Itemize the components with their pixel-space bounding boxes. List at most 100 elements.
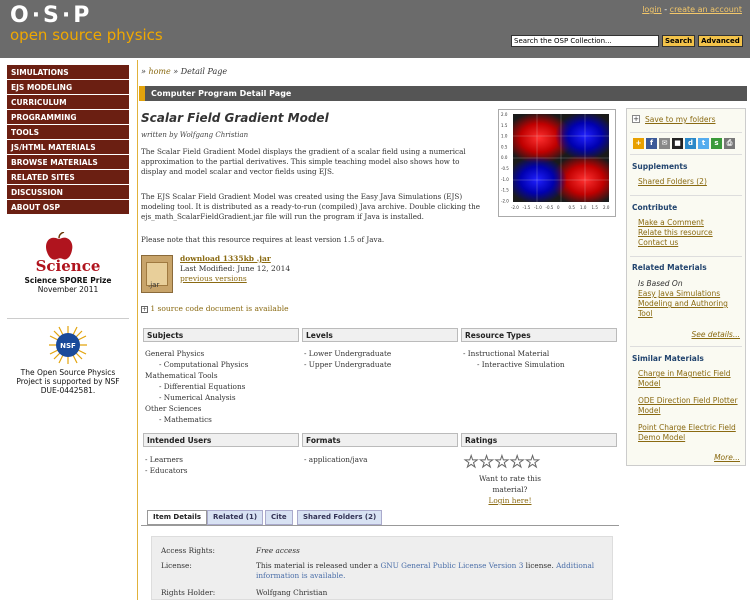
x-tick-label: 0.5 <box>569 205 576 210</box>
source-code-link[interactable]: 1 source code document is available <box>150 304 288 313</box>
expand-plus-icon[interactable]: + <box>141 306 148 313</box>
more-similar-link[interactable]: More... <box>700 453 740 463</box>
similar-materials-heading: Similar Materials <box>632 354 704 363</box>
login-link[interactable]: login <box>642 5 662 14</box>
print-icon[interactable]: ⎙ <box>724 138 735 149</box>
star-icon[interactable]: ★ <box>479 453 494 470</box>
share-plus-icon[interactable]: + <box>633 138 644 149</box>
divider <box>630 346 742 347</box>
nav-ejs-modeling[interactable]: EJS MODELING <box>7 80 129 95</box>
subject-item[interactable]: - Computational Physics <box>145 359 248 370</box>
facebook-icon[interactable]: f <box>646 138 657 149</box>
y-tick-label: -1.0 <box>501 177 509 182</box>
email-icon[interactable]: ✉ <box>659 138 670 149</box>
science-logo-text: Science <box>35 257 101 275</box>
rating-stars[interactable]: ★ ★ ★ ★ ★ <box>463 453 540 470</box>
subject-item[interactable]: - Numerical Analysis <box>145 392 248 403</box>
award-title: Science SPORE Prize <box>24 276 112 285</box>
award-date: November 2011 <box>37 285 99 294</box>
breadcrumb-home[interactable]: home <box>148 67 170 76</box>
subject-item[interactable]: Mathematical Tools <box>145 370 248 381</box>
account-links: login - create an account <box>642 5 742 14</box>
nsf-support[interactable]: NSF The Open Source Physics Project is s… <box>7 326 129 395</box>
science-award[interactable]: Science Science SPORE Prize November 201… <box>7 232 129 294</box>
type-item[interactable]: - Instructional Material <box>463 348 565 359</box>
delicious-icon[interactable]: ■ <box>672 138 683 149</box>
divider <box>630 154 742 155</box>
subject-item[interactable]: Other Sciences <box>145 403 248 414</box>
search-input[interactable] <box>511 35 659 47</box>
y-tick-label: 2.0 <box>501 112 508 117</box>
tab-item-details[interactable]: Item Details <box>147 510 208 525</box>
nav-about-osp[interactable]: ABOUT OSP <box>7 200 129 215</box>
source-code-row[interactable]: + 1 source code document is available <box>141 304 289 313</box>
subject-item[interactable]: - Mathematics <box>145 414 248 425</box>
subject-item[interactable]: - Differential Equations <box>145 381 248 392</box>
twitter-icon[interactable]: t <box>698 138 709 149</box>
ejs-link[interactable]: Easy Java Simulations Modeling and Autho… <box>638 289 744 319</box>
previous-versions-link[interactable]: previous versions <box>180 274 247 283</box>
see-details-link[interactable]: See details... <box>684 330 740 340</box>
formats-header: Formats <box>302 433 458 447</box>
column-divider <box>137 60 138 600</box>
make-comment-link[interactable]: Make a Comment <box>638 218 744 228</box>
osp-logo[interactable]: O·S·P open source physics <box>10 4 163 44</box>
star-icon[interactable]: ★ <box>525 453 540 470</box>
nav-curriculum[interactable]: CURRICULUM <box>7 95 129 110</box>
level-item[interactable]: - Upper Undergraduate <box>304 359 391 370</box>
star-icon[interactable]: ★ <box>494 453 509 470</box>
star-icon[interactable]: ★ <box>510 453 525 470</box>
type-item[interactable]: - Interactive Simulation <box>463 359 565 370</box>
breadcrumb-current: » Detail Page <box>170 67 228 76</box>
save-to-folders-link[interactable]: Save to my folders <box>645 115 750 125</box>
nsf-text-1: The Open Source Physics <box>20 368 116 377</box>
plus-icon[interactable]: + <box>632 115 640 123</box>
y-tick-label: -1.5 <box>501 188 509 193</box>
stumbleupon-icon[interactable]: s <box>711 138 722 149</box>
tab-cite[interactable]: Cite <box>265 510 293 525</box>
left-navigation: SIMULATIONS EJS MODELING CURRICULUM PROG… <box>7 65 129 215</box>
search-button[interactable]: Search <box>662 35 696 47</box>
tab-underline <box>141 525 619 526</box>
nav-browse-materials[interactable]: BROWSE MATERIALS <box>7 155 129 170</box>
tab-shared-folders[interactable]: Shared Folders (2) <box>297 510 383 525</box>
similar-ode-direction-link[interactable]: ODE Direction Field Plotter Model <box>638 396 744 416</box>
advanced-search-button[interactable]: Advanced <box>698 35 743 47</box>
nav-js-html-materials[interactable]: JS/HTML MATERIALS <box>7 140 129 155</box>
simulation-screenshot[interactable]: 2.0 1.5 1.0 0.5 0.0 -0.5 -1.0 -1.5 -2.0 -2.0 -1.5… <box>498 109 616 217</box>
divider <box>630 195 742 196</box>
intended-users-header: Intended Users <box>143 433 299 447</box>
contribute-heading: Contribute <box>632 203 678 212</box>
contact-us-link[interactable]: Contact us <box>638 238 744 248</box>
nav-discussion[interactable]: DISCUSSION <box>7 185 129 200</box>
logo-subtitle: open source physics <box>10 26 163 44</box>
license-label: License: <box>161 561 192 570</box>
nav-simulations[interactable]: SIMULATIONS <box>7 65 129 80</box>
resource-types-header: Resource Types <box>461 328 617 342</box>
relate-resource-link[interactable]: Relate this resource <box>638 228 744 238</box>
subject-item[interactable]: General Physics <box>145 348 248 359</box>
user-item[interactable]: - Learners <box>145 454 187 465</box>
similar-point-charge-link[interactable]: Point Charge Electric Field Demo Model <box>638 423 744 443</box>
similar-charge-magnetic-link[interactable]: Charge in Magnetic Field Model <box>638 369 744 389</box>
formats-list: - application/java <box>304 454 367 465</box>
divider <box>630 132 742 133</box>
description-paragraph-2: The EJS Scalar Field Gradient Model was … <box>141 192 481 221</box>
jar-file-icon[interactable]: .jar <box>141 255 173 293</box>
ratings-header: Ratings <box>461 433 617 447</box>
x-tick-label: 0 <box>557 205 560 210</box>
shared-folders-link[interactable]: Shared Folders (2) <box>638 177 744 187</box>
login-here-link[interactable]: Login here! <box>488 496 531 505</box>
access-rights-label: Access Rights: <box>161 546 215 555</box>
create-account-link[interactable]: create an account <box>670 5 742 14</box>
tab-related[interactable]: Related (1) <box>207 510 264 525</box>
nav-programming[interactable]: PROGRAMMING <box>7 110 129 125</box>
user-item[interactable]: - Educators <box>145 465 187 476</box>
star-icon[interactable]: ★ <box>463 453 478 470</box>
digg-icon[interactable]: d <box>685 138 696 149</box>
gpl-link[interactable]: GNU General Public License Version 3 <box>380 561 523 570</box>
download-link[interactable]: download 1335kb .jar <box>180 254 271 263</box>
nav-related-sites[interactable]: RELATED SITES <box>7 170 129 185</box>
level-item[interactable]: - Lower Undergraduate <box>304 348 391 359</box>
nav-tools[interactable]: TOOLS <box>7 125 129 140</box>
